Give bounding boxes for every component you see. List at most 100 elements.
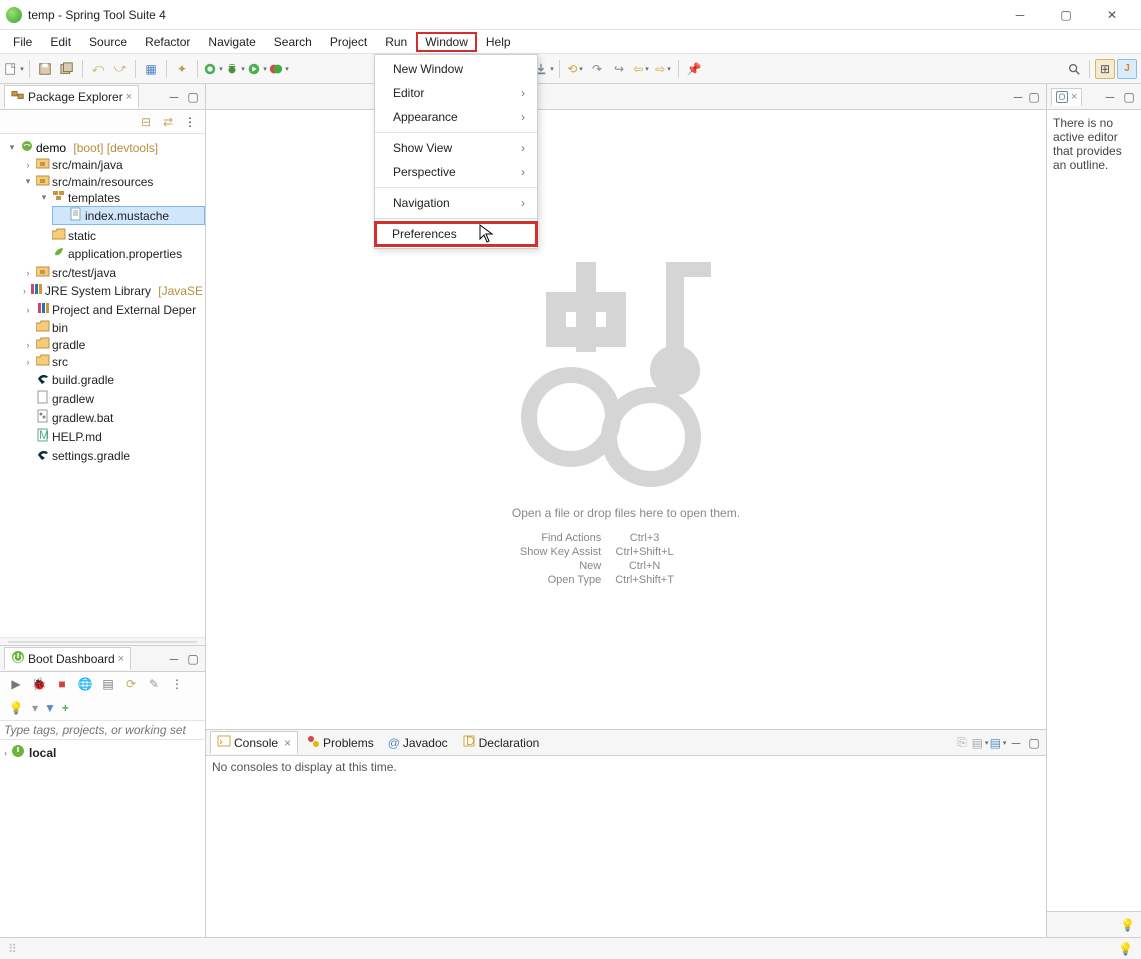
menu-help[interactable]: Help: [477, 32, 520, 52]
resume-button[interactable]: ↪: [609, 59, 629, 79]
tree-src[interactable]: ›src: [20, 354, 205, 369]
bulb-icon[interactable]: 💡: [1120, 918, 1135, 932]
menu-file[interactable]: File: [4, 32, 41, 52]
menu-window[interactable]: Window: [416, 32, 477, 52]
tree-gradlew-bat[interactable]: gradlew.bat: [20, 409, 205, 426]
toggle-button[interactable]: ▦: [141, 59, 161, 79]
maximize-outline-button[interactable]: ▢: [1121, 90, 1137, 104]
tree-build-gradle[interactable]: build.gradle: [20, 371, 205, 388]
problems-tab[interactable]: Problems: [300, 732, 380, 753]
bulb-icon[interactable]: 💡: [6, 698, 26, 718]
boot-menu-icon[interactable]: ⋮: [167, 674, 187, 694]
close-icon[interactable]: ×: [1071, 91, 1077, 103]
menu-source[interactable]: Source: [80, 32, 136, 52]
boot-filter-input[interactable]: [4, 723, 201, 737]
menu-item-new-window[interactable]: New Window: [375, 57, 537, 81]
maximize-view-button[interactable]: ▢: [185, 90, 201, 104]
boot-run-dropdown[interactable]: [203, 59, 223, 79]
tree-help-md[interactable]: MHELP.md: [20, 428, 205, 445]
step-dropdown[interactable]: ⟲: [565, 59, 585, 79]
close-icon[interactable]: ×: [118, 653, 124, 665]
tree-src-test-java[interactable]: ›src/test/java: [20, 265, 205, 280]
minimize-bottom-button[interactable]: ─: [1008, 736, 1024, 750]
boot-globe-icon[interactable]: 🌐: [75, 674, 95, 694]
tree-settings-gradle[interactable]: settings.gradle: [20, 447, 205, 464]
boot-debug-icon[interactable]: 🐞: [29, 674, 49, 694]
project-node[interactable]: ▾ demo [boot] [devtools]: [4, 139, 205, 156]
menu-item-appearance[interactable]: Appearance: [375, 105, 537, 129]
boot-local-node[interactable]: › local: [4, 744, 201, 761]
maximize-bottom-button[interactable]: ▢: [1026, 736, 1042, 750]
tree-src-main-resources[interactable]: ▾src/main/resources: [20, 174, 205, 189]
menu-refactor[interactable]: Refactor: [136, 32, 199, 52]
boot-console-icon[interactable]: ▤: [98, 674, 118, 694]
run-dropdown[interactable]: [247, 59, 267, 79]
declaration-tab[interactable]: DDeclaration: [456, 732, 546, 753]
boot-start-icon[interactable]: ▶: [6, 674, 26, 694]
link-editor-icon[interactable]: ⇄: [159, 113, 177, 131]
tree-gradle[interactable]: ›gradle: [20, 337, 205, 352]
tree-app-props[interactable]: application.properties: [36, 245, 205, 262]
minimize-view-button[interactable]: ─: [166, 90, 182, 104]
pin-button[interactable]: 📌: [684, 59, 704, 79]
tree-src-main-java[interactable]: ›src/main/java: [20, 157, 205, 172]
close-icon[interactable]: ×: [126, 91, 132, 103]
package-explorer-tree[interactable]: ▾ demo [boot] [devtools] ›src/main/java …: [0, 134, 205, 637]
menu-item-editor[interactable]: Editor: [375, 81, 537, 105]
minimize-button[interactable]: ─: [997, 0, 1043, 30]
menu-search[interactable]: Search: [265, 32, 321, 52]
tree-templates[interactable]: ▾templates: [36, 190, 205, 205]
maximize-view-button[interactable]: ▢: [185, 652, 201, 666]
add-icon[interactable]: +: [62, 701, 69, 715]
link-button[interactable]: ✦: [172, 59, 192, 79]
java-perspective-button[interactable]: J: [1117, 59, 1137, 79]
menu-item-perspective[interactable]: Perspective: [375, 160, 537, 184]
menu-navigate[interactable]: Navigate: [199, 32, 264, 52]
boot-dashboard-tab[interactable]: Boot Dashboard ×: [4, 647, 131, 670]
outline-tab[interactable]: O ×: [1051, 88, 1082, 106]
javadoc-tab[interactable]: @Javadoc: [382, 734, 454, 752]
display-console-dropdown[interactable]: ▤: [972, 736, 988, 750]
pin-console-icon[interactable]: ⎘: [954, 736, 970, 750]
boot-tree[interactable]: › local: [0, 740, 205, 937]
view-menu-icon[interactable]: ⋮: [181, 113, 199, 131]
coverage-dropdown[interactable]: [269, 59, 289, 79]
tree-bin[interactable]: bin: [20, 320, 205, 335]
filter-icon[interactable]: ▼: [44, 701, 56, 715]
skip-button[interactable]: ↷: [587, 59, 607, 79]
tree-static[interactable]: static: [36, 228, 205, 243]
undo-button[interactable]: ⤺: [88, 59, 108, 79]
open-console-dropdown[interactable]: ▤: [990, 736, 1006, 750]
back-dropdown[interactable]: ⇦: [631, 59, 651, 79]
menu-run[interactable]: Run: [376, 32, 416, 52]
console-tab[interactable]: Console×: [210, 731, 298, 754]
boot-stop-icon[interactable]: ■: [52, 674, 72, 694]
minimize-editor-button[interactable]: ─: [1010, 90, 1026, 104]
package-explorer-tab[interactable]: Package Explorer ×: [4, 85, 139, 108]
tree-jre-lib[interactable]: ›JRE System Library [JavaSE: [20, 282, 205, 299]
forward-dropdown[interactable]: ⇨: [653, 59, 673, 79]
tree-proj-ext[interactable]: ›Project and External Deper: [20, 301, 205, 318]
minimize-outline-button[interactable]: ─: [1102, 90, 1118, 104]
boot-refresh-icon[interactable]: ⟳: [121, 674, 141, 694]
minimize-view-button[interactable]: ─: [166, 652, 182, 666]
save-all-button[interactable]: [57, 59, 77, 79]
menu-edit[interactable]: Edit: [41, 32, 80, 52]
perspective-open-button[interactable]: ⊞: [1095, 59, 1115, 79]
search-icon[interactable]: [1064, 59, 1084, 79]
sash-horizontal[interactable]: [0, 637, 205, 645]
menu-item-preferences[interactable]: Preferences: [374, 221, 538, 247]
save-button[interactable]: [35, 59, 55, 79]
menu-project[interactable]: Project: [321, 32, 376, 52]
maximize-button[interactable]: ▢: [1043, 0, 1089, 30]
maximize-editor-button[interactable]: ▢: [1026, 90, 1042, 104]
boot-edit-icon[interactable]: ✎: [144, 674, 164, 694]
redo-button[interactable]: ⤻: [110, 59, 130, 79]
tree-gradlew[interactable]: gradlew: [20, 390, 205, 407]
menu-item-navigation[interactable]: Navigation: [375, 191, 537, 215]
collapse-all-icon[interactable]: ⊟: [137, 113, 155, 131]
new-dropdown[interactable]: [4, 59, 24, 79]
debug-dropdown[interactable]: [225, 59, 245, 79]
menu-item-show-view[interactable]: Show View: [375, 136, 537, 160]
close-button[interactable]: ✕: [1089, 0, 1135, 30]
